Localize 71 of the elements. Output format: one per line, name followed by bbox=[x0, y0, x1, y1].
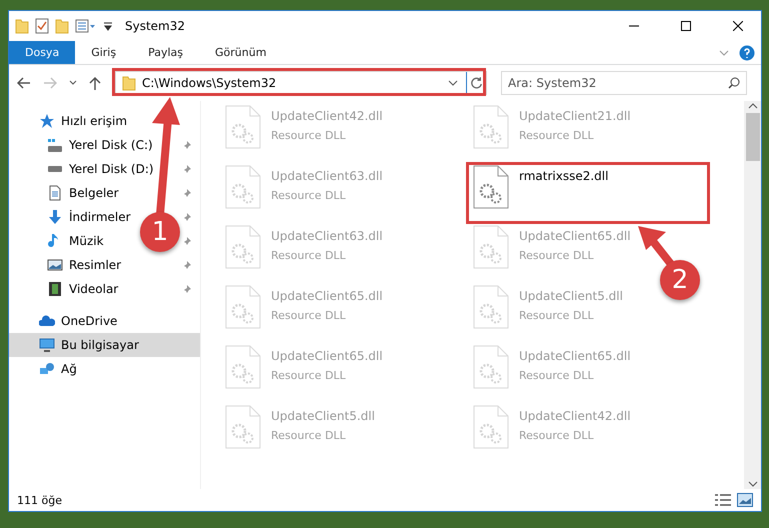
folder-icon bbox=[122, 75, 136, 91]
details-view-icon[interactable] bbox=[715, 494, 731, 506]
forward-arrow-icon bbox=[43, 77, 57, 89]
gear-file-icon bbox=[473, 165, 509, 209]
scrollbar[interactable] bbox=[744, 101, 761, 489]
sidebar-item[interactable]: Ağ bbox=[9, 357, 200, 381]
minimize-icon bbox=[629, 25, 639, 27]
scrollbar-thumb[interactable] bbox=[746, 113, 760, 161]
window-title: System32 bbox=[125, 19, 186, 33]
film-icon bbox=[47, 281, 63, 297]
folder-icon bbox=[15, 18, 29, 34]
picture-icon bbox=[47, 257, 63, 273]
gear-file-icon bbox=[473, 105, 509, 149]
pin-icon[interactable] bbox=[182, 260, 192, 270]
sidebar-item[interactable]: Yerel Disk (D:) bbox=[9, 157, 158, 181]
search-icon[interactable] bbox=[728, 77, 740, 89]
cloud-icon bbox=[39, 313, 55, 329]
ribbon-tab[interactable]: Giriş bbox=[75, 41, 132, 64]
pin-icon[interactable] bbox=[182, 212, 192, 222]
chevron-up-icon[interactable] bbox=[748, 103, 758, 109]
sidebar-item[interactable]: Videolar bbox=[9, 277, 122, 301]
star-icon bbox=[39, 113, 55, 129]
properties-icon[interactable] bbox=[75, 18, 97, 34]
ribbon-tab[interactable]: Paylaş bbox=[132, 41, 199, 64]
gear-file-icon bbox=[225, 105, 261, 149]
gear-file-icon bbox=[473, 405, 509, 449]
pin-icon[interactable] bbox=[182, 164, 192, 174]
checklist-icon[interactable] bbox=[35, 18, 49, 34]
maximize-icon bbox=[681, 21, 691, 31]
sidebar-item[interactable]: OneDrive bbox=[9, 309, 200, 333]
close-icon bbox=[733, 21, 743, 31]
up-arrow-icon bbox=[89, 76, 101, 90]
back-arrow-icon bbox=[17, 77, 31, 89]
gear-file-icon bbox=[225, 165, 261, 209]
address-field[interactable]: C:\Windows\System32 bbox=[115, 71, 487, 95]
pin-icon[interactable] bbox=[182, 140, 192, 150]
sidebar-item[interactable]: İndirmeler bbox=[9, 205, 135, 229]
computer-icon bbox=[39, 337, 55, 353]
ribbon-tab[interactable]: Görünüm bbox=[199, 41, 282, 64]
gear-file-icon bbox=[225, 405, 261, 449]
download-arrow-icon bbox=[47, 209, 63, 225]
gear-file-icon bbox=[473, 225, 509, 269]
sidebar-item[interactable]: Resimler bbox=[9, 253, 126, 277]
pin-icon[interactable] bbox=[182, 188, 192, 198]
sidebar-item[interactable]: Yerel Disk (C:) bbox=[9, 133, 157, 157]
network-icon bbox=[39, 361, 55, 377]
large-icons-view-icon[interactable] bbox=[737, 493, 753, 507]
sidebar-item[interactable]: Müzik bbox=[9, 229, 108, 253]
item-count: 111 öğe bbox=[17, 494, 63, 506]
gear-file-icon bbox=[225, 285, 261, 329]
drive-icon bbox=[47, 138, 63, 152]
help-icon[interactable] bbox=[739, 44, 755, 60]
pin-icon[interactable] bbox=[182, 236, 192, 246]
gear-file-icon bbox=[225, 345, 261, 389]
chevron-down-icon[interactable] bbox=[748, 481, 758, 487]
drive-icon bbox=[47, 166, 63, 172]
ribbon-tab[interactable]: Dosya bbox=[9, 41, 76, 64]
sidebar-item[interactable]: Bu bilgisayar bbox=[9, 333, 200, 357]
folder-icon bbox=[55, 18, 69, 34]
chevron-down-icon[interactable] bbox=[448, 79, 458, 87]
gear-file-icon bbox=[225, 225, 261, 269]
dropdown-caret-icon[interactable] bbox=[103, 20, 113, 32]
document-icon bbox=[47, 185, 63, 201]
search-field[interactable]: Ara: System32 bbox=[501, 71, 747, 95]
chevron-down-icon bbox=[69, 80, 77, 86]
gear-file-icon bbox=[473, 285, 509, 329]
file-item[interactable]: rmatrixsse2.dll bbox=[473, 165, 608, 209]
gear-file-icon bbox=[473, 345, 509, 389]
sidebar-item[interactable]: Hızlı erişim bbox=[9, 109, 200, 133]
sidebar-item[interactable]: Belgeler bbox=[9, 181, 123, 205]
pin-icon[interactable] bbox=[182, 284, 192, 294]
